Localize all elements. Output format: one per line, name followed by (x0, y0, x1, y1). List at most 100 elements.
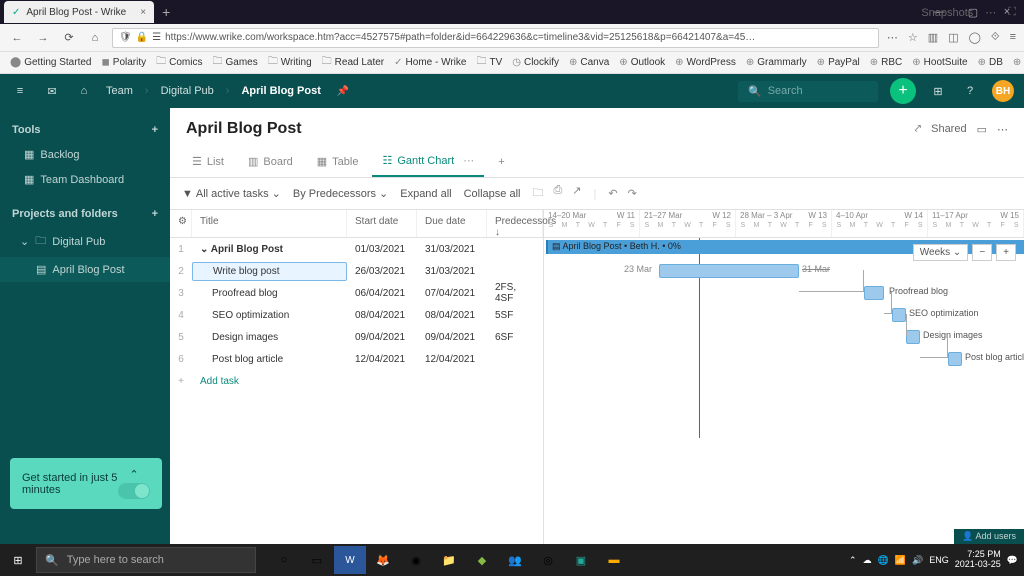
bookmark-item[interactable]: ⊕Canva (565, 55, 613, 70)
filter-tasks[interactable]: ▼All active tasks⌄ (182, 187, 281, 200)
search-input[interactable]: 🔍 Search (738, 81, 878, 102)
task-title[interactable]: SEO optimization (192, 307, 347, 324)
start-date[interactable]: 12/04/2021 (347, 351, 417, 368)
bookmark-item[interactable]: 🗀Read Later (318, 52, 388, 73)
table-row[interactable]: 5 Design images 09/04/2021 09/04/2021 6S… (170, 326, 543, 348)
calendar-icon[interactable]: ▭ (977, 123, 987, 136)
undo-icon[interactable]: ↶ (608, 187, 617, 200)
bookmark-item[interactable]: ⊕Outlook (615, 55, 669, 70)
table-row[interactable]: 4 SEO optimization 08/04/2021 08/04/2021… (170, 304, 543, 326)
bookmark-item[interactable]: ◷Clockify (508, 55, 563, 70)
avatar[interactable]: BH (992, 80, 1014, 102)
task-title[interactable]: Design images (192, 329, 347, 346)
lang-indicator[interactable]: ENG (929, 555, 949, 565)
bookmark-item[interactable]: ⊕WordPress (671, 55, 740, 70)
new-tab-button[interactable]: + (162, 4, 170, 20)
predecessors[interactable]: 6SF (487, 329, 543, 346)
due-date[interactable]: 31/03/2021 (417, 263, 487, 280)
star-icon[interactable]: ☆ (908, 31, 918, 44)
add-users-button[interactable]: 👤 Add users (954, 529, 1024, 544)
bookmark-item[interactable]: ⊕PayPal (813, 55, 864, 70)
expand-all-button[interactable]: Expand all (400, 188, 451, 200)
notifications-icon[interactable]: 💬 (1007, 555, 1018, 566)
add-task-button[interactable]: Add task (192, 373, 247, 390)
bookmark-item[interactable]: ⊕DB (974, 55, 1007, 70)
sidebar-team-dashboard[interactable]: ▦Team Dashboard (0, 167, 170, 192)
plus-icon[interactable]: + (152, 208, 158, 220)
print-icon[interactable]: ⎙ (553, 184, 562, 203)
breadcrumb-current[interactable]: April Blog Post (241, 85, 320, 97)
more-icon[interactable]: ⋯ (997, 123, 1008, 136)
predecessors[interactable] (487, 246, 543, 252)
bookmark-item[interactable]: ⬤Getting Started (6, 55, 95, 70)
add-view-button[interactable]: + (488, 146, 514, 177)
bookmark-item[interactable]: 🗀TV (472, 52, 506, 73)
task-title[interactable]: Write blog post (192, 262, 347, 281)
more-icon[interactable]: ⋯ (985, 6, 996, 19)
plus-icon[interactable]: + (170, 373, 192, 390)
breadcrumb[interactable]: Team (106, 85, 133, 97)
add-button[interactable]: + (890, 78, 916, 104)
obs-icon[interactable]: ◎ (532, 546, 564, 574)
bookmark-item[interactable]: ⊕RBC (866, 55, 907, 70)
table-row[interactable]: 3 Proofread blog 06/04/2021 07/04/2021 2… (170, 282, 543, 304)
due-date[interactable]: 08/04/2021 (417, 307, 487, 324)
zoom-out-button[interactable]: − (972, 244, 992, 261)
sidebar-digital-pub[interactable]: ⌄🗀Digital Pub (0, 226, 170, 257)
start-date[interactable]: 26/03/2021 (347, 263, 417, 280)
volume-icon[interactable]: 🔊 (912, 555, 923, 566)
taskview-icon[interactable]: ▭ (301, 546, 333, 574)
col-title[interactable]: Title (192, 210, 347, 237)
due-date[interactable]: 09/04/2021 (417, 329, 487, 346)
zoom-select[interactable]: Weeks ⌄ (913, 244, 969, 261)
due-date[interactable]: 31/03/2021 (417, 241, 487, 258)
sidebar-backlog[interactable]: ▦Backlog (0, 142, 170, 167)
reload-icon[interactable]: ⟳ (60, 29, 78, 47)
app-icon[interactable]: ▬ (598, 546, 630, 574)
due-date[interactable]: 12/04/2021 (417, 351, 487, 368)
task-title[interactable]: Proofread blog (192, 285, 347, 302)
snapshots-button[interactable]: Snapshots (921, 7, 973, 19)
start-date[interactable]: 06/04/2021 (347, 285, 417, 302)
tray-up-icon[interactable]: ⌃ (849, 555, 857, 566)
bookmark-item[interactable]: 🗀Comics (152, 52, 206, 73)
task-title[interactable]: Post blog article (192, 351, 347, 368)
sidebar-icon[interactable]: ◫ (948, 31, 958, 44)
wifi-icon[interactable]: 📶 (895, 555, 906, 566)
gantt-bar-design[interactable] (906, 330, 920, 344)
more-icon[interactable]: ⋯ (887, 31, 898, 44)
bookmark-item[interactable]: ◼Polarity (97, 55, 150, 70)
cortana-icon[interactable]: ○ (268, 546, 300, 574)
bookmark-item[interactable]: 🗀Writing (264, 52, 316, 73)
fullscreen-icon[interactable]: ⛶ (1008, 6, 1016, 19)
bookmark-item[interactable]: ⊕HootSuite (908, 55, 971, 70)
clock[interactable]: 7:25 PM 2021-03-25 (955, 550, 1001, 570)
library-icon[interactable]: ▥ (928, 31, 938, 44)
start-button[interactable]: ⊞ (0, 544, 36, 576)
due-date[interactable]: 07/04/2021 (417, 285, 487, 302)
zoom-in-button[interactable]: + (996, 244, 1016, 261)
shared-label[interactable]: Shared (931, 123, 966, 135)
app-icon[interactable]: ▣ (565, 546, 597, 574)
redo-icon[interactable]: ↷ (628, 187, 637, 200)
start-date[interactable]: 01/03/2021 (347, 241, 417, 258)
col-due[interactable]: Due date (417, 210, 487, 237)
bookmark-item[interactable]: 🗀Games (208, 52, 261, 73)
menu-icon[interactable]: ≡ (1010, 31, 1016, 44)
gantt-bar-seo[interactable] (892, 308, 906, 322)
inbox-icon[interactable]: ✉ (42, 85, 62, 98)
bookmark-item[interactable]: ⊕Grammarly (742, 55, 811, 70)
export-icon[interactable]: ↗ (572, 184, 581, 203)
predecessors[interactable] (487, 356, 543, 362)
predecessors[interactable] (487, 268, 543, 274)
gear-icon[interactable]: ⚙ (170, 210, 192, 237)
firefox-icon[interactable]: 🦊 (367, 546, 399, 574)
url-bar[interactable]: 🛡 🔒 ☰ https://www.wrike.com/workspace.ht… (112, 28, 879, 48)
table-row[interactable]: 6 Post blog article 12/04/2021 12/04/202… (170, 348, 543, 370)
home-icon[interactable]: ⌂ (74, 85, 94, 97)
browser-tab[interactable]: ✓ April Blog Post - Wrike × (4, 1, 154, 23)
explorer-icon[interactable]: 📁 (433, 546, 465, 574)
pin-icon[interactable]: 📌 (333, 86, 353, 97)
gantt-bar-proofread[interactable] (864, 286, 884, 300)
collapse-all-button[interactable]: Collapse all (464, 188, 521, 200)
